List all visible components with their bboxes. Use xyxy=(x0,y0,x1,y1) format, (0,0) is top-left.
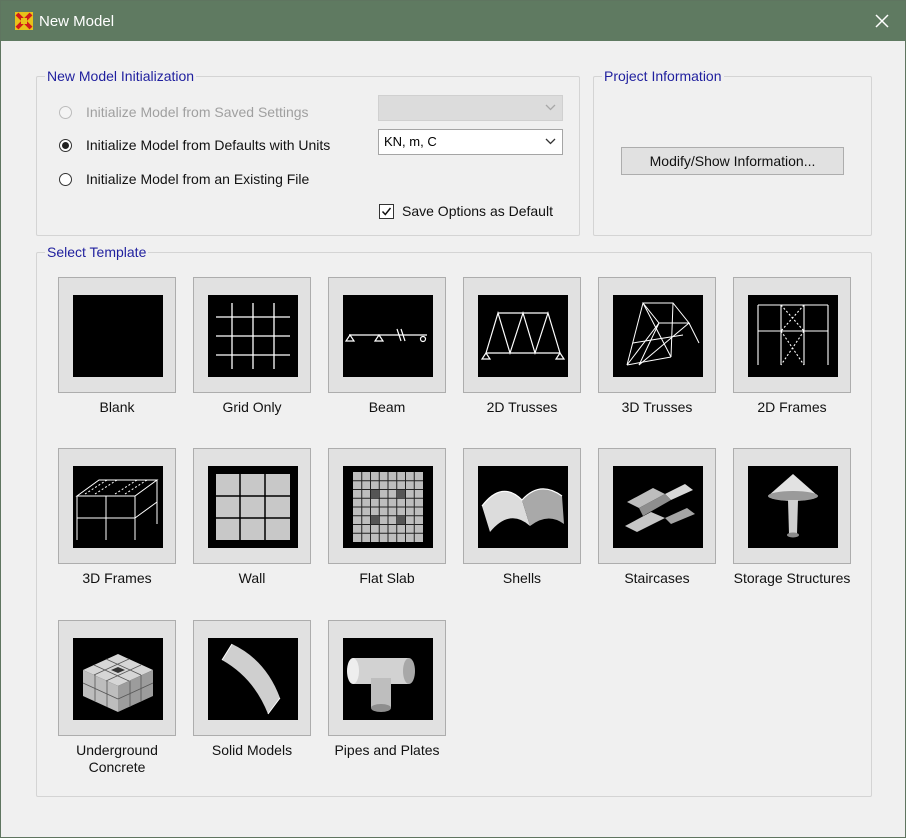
flat-slab-icon xyxy=(343,466,433,548)
template-beam[interactable]: Beam xyxy=(328,277,463,437)
template-wall[interactable]: Wall xyxy=(193,448,328,608)
template-blank[interactable]: Blank xyxy=(58,277,193,437)
template-label: Shells xyxy=(502,570,542,586)
group-legend: Select Template xyxy=(45,243,149,261)
template-label: Storage Structures xyxy=(733,570,851,586)
underground-concrete-icon xyxy=(73,638,163,720)
template-solid-models[interactable]: Solid Models xyxy=(193,620,328,780)
radio-button[interactable] xyxy=(59,172,72,186)
template-button[interactable] xyxy=(328,620,446,736)
title-bar: New Model xyxy=(1,1,905,41)
template-button[interactable] xyxy=(328,448,446,564)
template-shells[interactable]: Shells xyxy=(463,448,598,608)
template-3d-trusses[interactable]: 3D Trusses xyxy=(598,277,733,437)
select-template-group: Select Template Blank Grid Only Beam 2D … xyxy=(36,243,872,797)
pipes-and-plates-icon xyxy=(343,638,433,720)
template-button[interactable] xyxy=(58,277,176,393)
template-button[interactable] xyxy=(598,277,716,393)
blank-template-icon xyxy=(73,295,163,377)
template-2d-frames[interactable]: 2D Frames xyxy=(733,277,868,437)
template-label: Grid Only xyxy=(222,399,282,415)
wall-icon xyxy=(208,466,298,548)
chevron-down-icon xyxy=(545,138,556,145)
group-legend: Project Information xyxy=(602,67,724,85)
template-label: 2D Trusses xyxy=(486,399,558,415)
new-model-initialization-group: New Model Initialization Initialize Mode… xyxy=(36,67,580,236)
template-pipes-and-plates[interactable]: Pipes and Plates xyxy=(328,620,463,780)
checkbox[interactable] xyxy=(379,203,394,219)
template-label: 2D Frames xyxy=(757,399,827,415)
template-button[interactable] xyxy=(58,448,176,564)
radio-label: Initialize Model from Defaults with Unit… xyxy=(86,137,331,153)
template-button[interactable] xyxy=(58,620,176,736)
radio-label: Initialize Model from Saved Settings xyxy=(86,104,309,120)
storage-structures-icon xyxy=(748,466,838,548)
modify-show-information-button[interactable]: Modify/Show Information... xyxy=(621,147,844,175)
template-storage-structures[interactable]: Storage Structures xyxy=(733,448,868,608)
radio-button[interactable] xyxy=(59,105,72,119)
2d-trusses-icon xyxy=(478,295,568,377)
template-label: 3D Frames xyxy=(82,570,152,586)
3d-trusses-icon xyxy=(613,295,703,377)
radio-button[interactable] xyxy=(59,138,72,152)
template-button[interactable] xyxy=(328,277,446,393)
radio-defaults-with-units[interactable]: Initialize Model from Defaults with Unit… xyxy=(59,135,330,155)
saved-settings-dropdown[interactable] xyxy=(378,95,563,121)
app-logo-icon xyxy=(15,12,33,30)
template-label: Flat Slab xyxy=(359,570,415,586)
radio-existing-file[interactable]: Initialize Model from an Existing File xyxy=(59,169,309,189)
template-label: Beam xyxy=(368,399,406,415)
chevron-down-icon xyxy=(545,104,556,111)
template-button[interactable] xyxy=(193,620,311,736)
template-underground-concrete[interactable]: Underground Concrete xyxy=(58,620,193,780)
template-button[interactable] xyxy=(463,277,581,393)
template-label: Staircases xyxy=(624,570,690,586)
dropdown-value: KN, m, C xyxy=(384,134,437,149)
close-icon xyxy=(875,14,889,28)
template-label: Underground Concrete xyxy=(76,742,158,775)
template-button[interactable] xyxy=(733,277,851,393)
3d-frames-icon xyxy=(73,466,163,548)
template-label: Wall xyxy=(238,570,266,586)
shells-icon xyxy=(478,466,568,548)
template-flat-slab[interactable]: Flat Slab xyxy=(328,448,463,608)
template-label: 3D Trusses xyxy=(621,399,693,415)
template-button[interactable] xyxy=(193,277,311,393)
template-button[interactable] xyxy=(733,448,851,564)
checkbox-label: Save Options as Default xyxy=(402,203,553,219)
button-label: Modify/Show Information... xyxy=(649,153,816,169)
template-label: Blank xyxy=(99,399,135,415)
template-label: Pipes and Plates xyxy=(334,742,440,758)
group-legend: New Model Initialization xyxy=(45,67,197,85)
template-grid-only[interactable]: Grid Only xyxy=(193,277,328,437)
template-label: Solid Models xyxy=(211,742,293,758)
solid-models-icon xyxy=(208,638,298,720)
template-button[interactable] xyxy=(598,448,716,564)
save-options-default-checkbox[interactable]: Save Options as Default xyxy=(379,203,553,219)
units-dropdown[interactable]: KN, m, C xyxy=(378,129,563,155)
close-button[interactable] xyxy=(859,1,905,41)
template-2d-trusses[interactable]: 2D Trusses xyxy=(463,277,598,437)
window-title: New Model xyxy=(39,13,115,30)
radio-saved-settings[interactable]: Initialize Model from Saved Settings xyxy=(59,102,309,122)
2d-frames-icon xyxy=(748,295,838,377)
template-staircases[interactable]: Staircases xyxy=(598,448,733,608)
checkmark-icon xyxy=(381,207,392,216)
project-information-group: Project Information Modify/Show Informat… xyxy=(593,67,872,236)
template-3d-frames[interactable]: 3D Frames xyxy=(58,448,193,608)
staircases-icon xyxy=(613,466,703,548)
grid-only-icon xyxy=(208,295,298,377)
template-button[interactable] xyxy=(193,448,311,564)
beam-icon xyxy=(343,295,433,377)
new-model-dialog: New Model New Model Initialization Initi… xyxy=(0,0,906,838)
radio-label: Initialize Model from an Existing File xyxy=(86,171,310,187)
template-button[interactable] xyxy=(463,448,581,564)
